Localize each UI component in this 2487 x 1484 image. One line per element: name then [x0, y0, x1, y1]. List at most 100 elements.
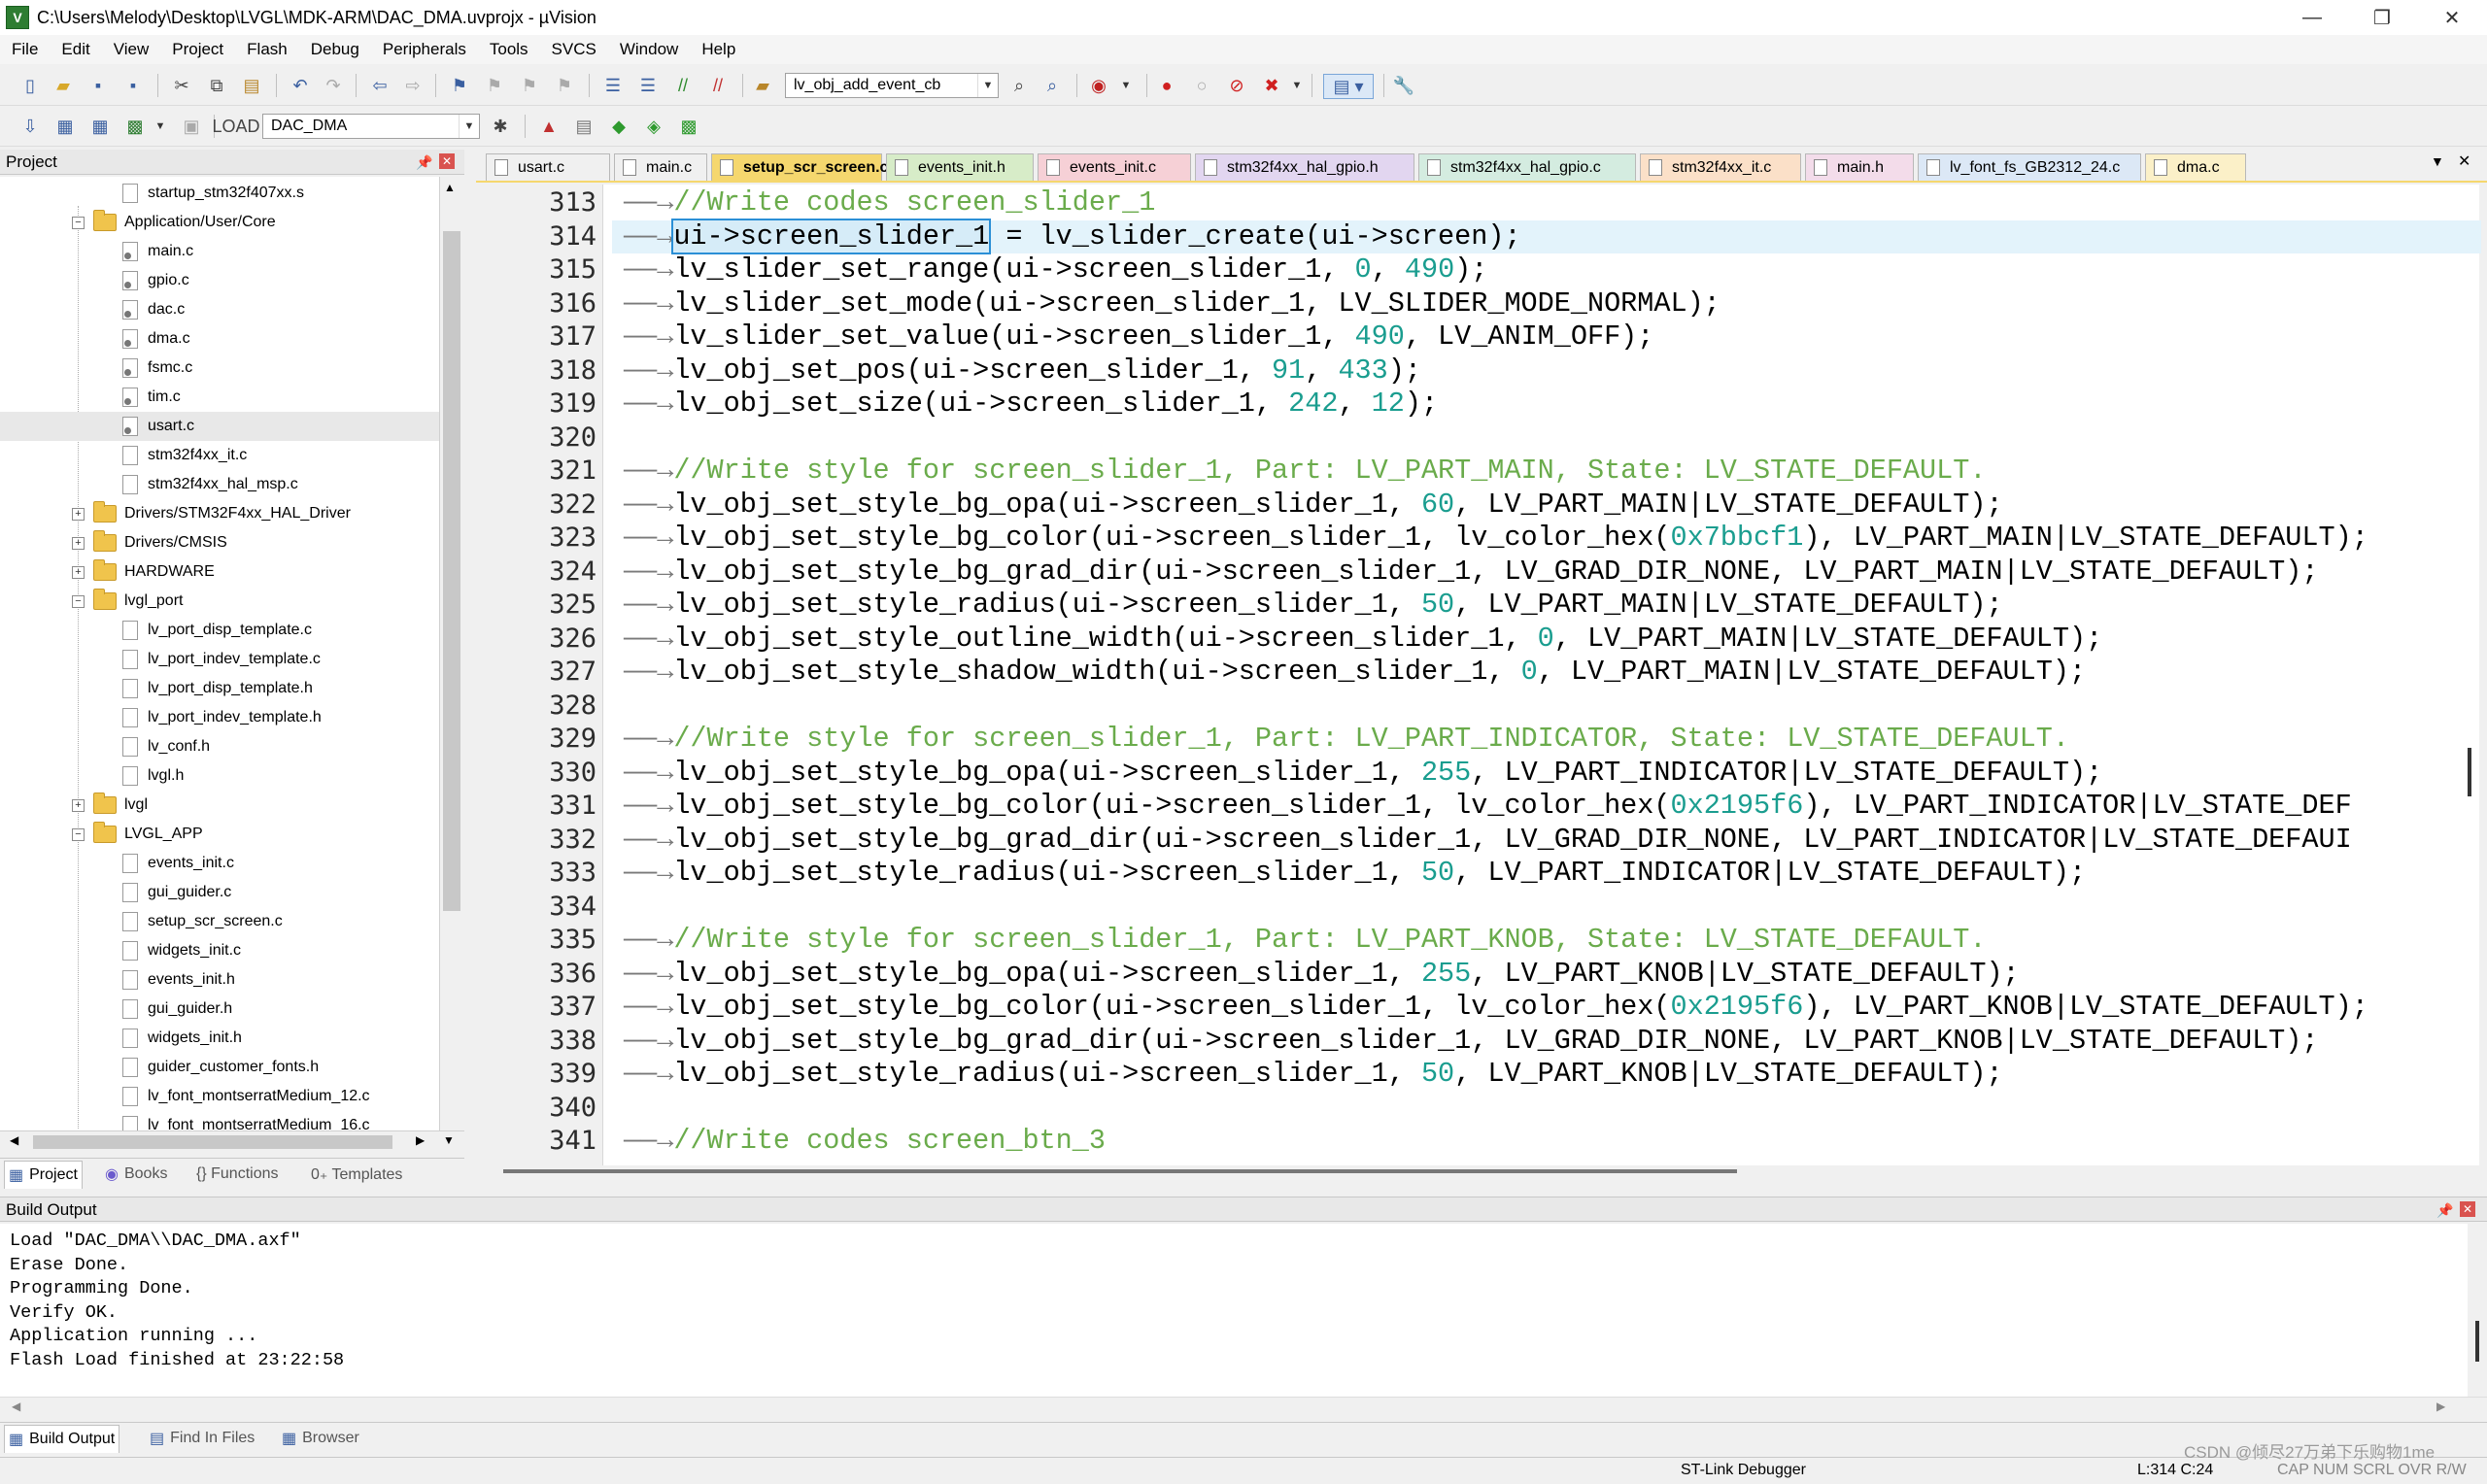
tree-file[interactable]: widgets_init.h — [0, 1024, 439, 1053]
code-line[interactable]: ——→lv_obj_set_style_bg_opa(ui->screen_sl… — [624, 958, 2020, 991]
editor-tab[interactable]: lv_font_fs_GB2312_24.c — [1918, 153, 2141, 181]
clear-bookmarks-icon[interactable]: ⚑ — [552, 74, 577, 97]
batch-build-icon[interactable]: ▩ — [122, 115, 148, 138]
nav-back-icon[interactable]: ⇦ — [367, 74, 392, 97]
tab-find-in-files[interactable]: ▤ Find In Files — [146, 1425, 258, 1452]
tree-file[interactable]: setup_scr_screen.c — [0, 907, 439, 936]
tree-folder[interactable]: − Application/User/Core — [0, 208, 439, 237]
tree-file[interactable]: main.c — [0, 237, 439, 266]
tree-file[interactable]: lv_port_indev_template.c — [0, 645, 439, 674]
disable-breakpoints-icon[interactable]: ⊘ — [1224, 74, 1249, 97]
tab-templates[interactable]: 0₊ Templates — [307, 1161, 406, 1188]
close-panel-icon[interactable]: ✕ — [2460, 1201, 2475, 1217]
menu-help[interactable]: Help — [690, 40, 747, 59]
pin-icon[interactable]: 📌 — [2436, 1197, 2453, 1223]
tree-file[interactable]: events_init.c — [0, 849, 439, 878]
code-line[interactable]: ——→lv_obj_set_style_bg_color(ui->screen_… — [624, 790, 2352, 823]
undo-icon[interactable]: ↶ — [288, 74, 313, 97]
code-line[interactable]: ——→lv_obj_set_size(ui->screen_slider_1, … — [624, 388, 1438, 421]
chevron-down-icon[interactable]: ▼ — [977, 74, 998, 97]
code-line[interactable]: ——→lv_obj_set_style_bg_color(ui->screen_… — [624, 991, 2368, 1024]
paste-icon[interactable]: ▤ — [239, 74, 264, 97]
tree-folder[interactable]: + lvgl — [0, 791, 439, 820]
comment-icon[interactable]: // — [670, 74, 696, 97]
tab-build-output[interactable]: ▦ Build Output — [4, 1425, 120, 1453]
incremental-find-icon[interactable]: ⌕ — [1039, 74, 1065, 97]
hscrollbar-thumb[interactable] — [33, 1135, 392, 1149]
prev-bookmark-icon[interactable]: ⚑ — [482, 74, 507, 97]
save-icon[interactable]: ▪ — [85, 74, 111, 97]
uncomment-icon[interactable]: // — [705, 74, 731, 97]
tab-functions[interactable]: {} Functions — [192, 1161, 283, 1188]
code-line[interactable]: ——→//Write style for screen_slider_1, Pa… — [624, 924, 1986, 957]
manage-project-items-icon[interactable]: ▤ — [571, 115, 596, 138]
tree-file[interactable]: lv_port_disp_template.c — [0, 616, 439, 645]
close-panel-icon[interactable]: ✕ — [439, 153, 455, 169]
scroll-down-icon[interactable]: ▼ — [443, 1133, 455, 1147]
copy-icon[interactable]: ⧉ — [204, 74, 229, 97]
tree-file[interactable]: lvgl.h — [0, 761, 439, 791]
code-line[interactable]: ——→lv_obj_set_style_radius(ui->screen_sl… — [624, 1058, 2003, 1091]
menu-tools[interactable]: Tools — [478, 40, 540, 59]
target-options-icon[interactable]: ✱ — [488, 115, 513, 138]
scroll-right-icon[interactable]: ▶ — [416, 1133, 425, 1147]
bookmark-icon[interactable]: ⚑ — [447, 74, 472, 97]
indent-icon[interactable]: ☰ — [600, 74, 626, 97]
line-number-gutter[interactable]: 313 314 315 316 317 318 319 320 321 322 323 324 325 3… — [476, 185, 603, 1165]
find-icon[interactable]: ⌕ — [1006, 74, 1032, 97]
menu-project[interactable]: Project — [160, 40, 235, 59]
code-line[interactable]: ——→lv_obj_set_style_radius(ui->screen_sl… — [624, 857, 2086, 890]
menu-debug[interactable]: Debug — [299, 40, 371, 59]
editor-vscrollbar-thumb[interactable] — [2468, 748, 2471, 796]
build-output-hscrollbar[interactable]: ◀ ▶ — [0, 1397, 2487, 1417]
menu-window[interactable]: Window — [608, 40, 690, 59]
code-line[interactable]: ——→lv_obj_set_style_bg_grad_dir(ui->scre… — [624, 556, 2319, 589]
expand-icon[interactable]: + — [72, 537, 85, 550]
tree-file[interactable]: gpio.c — [0, 266, 439, 295]
tree-file[interactable]: lv_font_montserratMedium_12.c — [0, 1082, 439, 1111]
tab-project[interactable]: ▦ Project — [4, 1161, 83, 1189]
tree-file[interactable]: stm32f4xx_it.c — [0, 441, 439, 470]
collapse-icon[interactable]: − — [72, 595, 85, 608]
editor-tab[interactable]: stm32f4xx_hal_gpio.h — [1195, 153, 1414, 181]
target-combo[interactable]: DAC_DMA ▼ — [262, 114, 480, 139]
debug-session-icon[interactable]: ◉ — [1086, 74, 1111, 97]
tree-file[interactable]: gui_guider.h — [0, 995, 439, 1024]
kill-breakpoints-icon[interactable]: ✖ — [1259, 74, 1284, 97]
file-extensions-icon[interactable]: ▲ — [536, 115, 562, 138]
code-line[interactable]: ——→ui->screen_slider_1 = lv_slider_creat… — [612, 218, 2481, 254]
tree-file[interactable]: widgets_init.c — [0, 936, 439, 965]
tree-folder[interactable]: − lvgl_port — [0, 587, 439, 616]
code-line[interactable]: ——→//Write codes screen_slider_1 — [624, 186, 1155, 219]
code-line[interactable]: ——→lv_obj_set_style_bg_opa(ui->screen_sl… — [624, 489, 2003, 522]
tree-file[interactable]: usart.c — [0, 412, 439, 441]
tree-file[interactable]: stm32f4xx_hal_msp.c — [0, 470, 439, 499]
code-line[interactable]: ——→lv_slider_set_value(ui->screen_slider… — [624, 320, 1653, 354]
code-line[interactable]: ——→//Write codes screen_btn_3 — [624, 1125, 1106, 1158]
tree-file[interactable]: lv_port_indev_template.h — [0, 703, 439, 732]
editor-tab[interactable]: stm32f4xx_hal_gpio.c — [1418, 153, 1636, 181]
menu-peripherals[interactable]: Peripherals — [371, 40, 478, 59]
editor-tab[interactable]: events_init.h — [886, 153, 1034, 181]
tree-file[interactable]: dma.c — [0, 324, 439, 354]
editor-tab[interactable]: dma.c — [2145, 153, 2246, 181]
maximize-button[interactable]: ❐ — [2347, 0, 2417, 35]
close-button[interactable]: ✕ — [2417, 0, 2487, 35]
pack-installer-icon[interactable]: ▩ — [676, 115, 701, 138]
editor-tab[interactable]: main.c — [614, 153, 707, 181]
minimize-button[interactable]: — — [2277, 0, 2347, 35]
chevron-down-icon[interactable]: ▼ — [459, 115, 479, 138]
stop-build-icon[interactable]: ▣ — [179, 115, 204, 138]
code-line[interactable]: ——→lv_slider_set_range(ui->screen_slider… — [624, 253, 1487, 287]
select-packs-icon[interactable]: ◆ — [606, 115, 631, 138]
editor-tab[interactable]: events_init.c — [1038, 153, 1191, 181]
tree-file[interactable]: tim.c — [0, 383, 439, 412]
expand-icon[interactable]: + — [72, 508, 85, 521]
tree-file[interactable]: events_init.h — [0, 965, 439, 995]
tree-file[interactable]: lv_port_disp_template.h — [0, 674, 439, 703]
tree-file[interactable]: lv_conf.h — [0, 732, 439, 761]
next-bookmark-icon[interactable]: ⚑ — [517, 74, 542, 97]
open-file-icon[interactable]: ▰ — [51, 74, 76, 97]
code-line[interactable]: ——→//Write style for screen_slider_1, Pa… — [624, 455, 1986, 488]
code-line[interactable]: ——→lv_obj_set_style_bg_color(ui->screen_… — [624, 522, 2368, 555]
